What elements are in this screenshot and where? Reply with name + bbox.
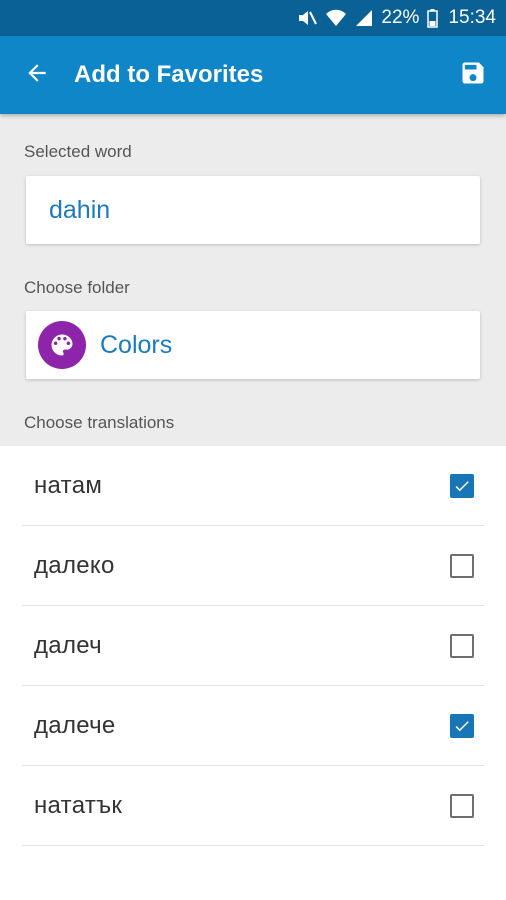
- translation-checkbox[interactable]: [450, 713, 474, 738]
- clock: 15:34: [448, 7, 496, 28]
- list-item[interactable]: нататък: [22, 766, 484, 846]
- save-icon: [459, 59, 487, 92]
- wifi-icon: [325, 9, 347, 27]
- signal-icon: [355, 9, 373, 27]
- translation-text: далече: [34, 711, 116, 739]
- back-button[interactable]: [22, 60, 52, 90]
- translation-text: далеч: [34, 631, 102, 659]
- folder-name: Colors: [100, 330, 173, 359]
- translations-list: натам далеко далеч далече нататък: [0, 446, 506, 846]
- choose-translations-label: Choose translations: [24, 413, 175, 432]
- status-bar: 22% 15:34: [0, 0, 506, 36]
- choose-folder-label: Choose folder: [24, 278, 130, 297]
- translation-checkbox[interactable]: [450, 553, 474, 578]
- translation-text: натам: [34, 471, 103, 499]
- list-item[interactable]: далеко: [22, 526, 484, 606]
- translation-checkbox[interactable]: [450, 793, 474, 818]
- mute-icon: [297, 9, 318, 27]
- selected-word-field: dahin: [26, 176, 480, 244]
- translation-text: далеко: [34, 551, 115, 579]
- page-title: Add to Favorites: [74, 61, 264, 88]
- battery-percent: 22%: [381, 7, 420, 28]
- list-item[interactable]: далеч: [22, 606, 484, 686]
- list-item[interactable]: далече: [22, 686, 484, 766]
- battery-icon: [427, 8, 439, 28]
- save-button[interactable]: [458, 60, 488, 90]
- translation-checkbox[interactable]: [450, 633, 474, 658]
- folder-selector[interactable]: Colors: [26, 311, 480, 379]
- selected-word-label: Selected word: [24, 142, 132, 161]
- check-icon: [455, 480, 469, 491]
- translation-text: нататък: [34, 791, 123, 819]
- arrow-back-icon: [24, 60, 50, 91]
- list-item[interactable]: натам: [22, 446, 484, 526]
- palette-icon: [38, 321, 86, 369]
- selected-word-value: dahin: [49, 195, 111, 224]
- app-bar: Add to Favorites: [0, 36, 506, 114]
- check-icon: [455, 720, 469, 731]
- translation-checkbox[interactable]: [450, 473, 474, 498]
